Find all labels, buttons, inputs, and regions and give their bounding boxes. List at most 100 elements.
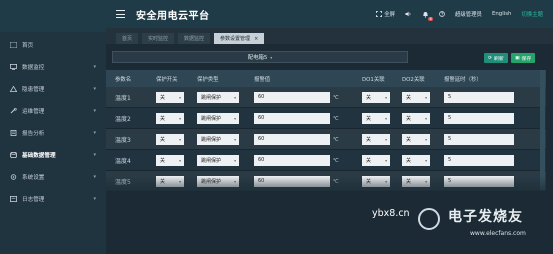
select-value: 跳闸保护 [201,157,222,164]
alarm-delay-input[interactable]: 5 [444,154,514,166]
chevron-down-icon: ▾ [270,54,273,60]
protect-switch-select[interactable]: 关▾ [156,154,184,166]
sidebar-item-base-data[interactable]: 基础数据管理 ▾ [0,144,106,166]
fullscreen-button[interactable]: 全屏 [376,10,395,18]
input-value: 5 [448,115,452,121]
do1-select[interactable]: 关▾ [362,133,390,145]
refresh-button[interactable]: ⟳ 刷新 [484,53,508,63]
sidebar-item-label: 隐患管理 [22,87,45,93]
do1-select[interactable]: 关▾ [362,91,390,103]
close-icon[interactable]: × [254,36,258,42]
device-select[interactable]: 配电箱5 ▾ [112,51,408,63]
chevron-down-icon: ▾ [179,157,181,163]
protect-switch-select[interactable]: 关▾ [156,133,184,145]
sidebar-item-data-monitor[interactable]: 数据监控 ▾ [0,56,106,78]
input-value: 5 [448,136,452,142]
chevron-down-icon: ▾ [93,174,96,180]
sidebar-item-label: 报告分析 [22,131,45,137]
tab-bar: 首页 实时监控 数据监控 参数设置管理 × [106,28,553,44]
chevron-down-icon: ▾ [179,136,181,142]
sidebar-item-system-settings[interactable]: 系统设置 ▾ [0,166,106,188]
tab-label: 数据监控 [184,36,205,42]
menu-toggle-icon[interactable] [116,10,125,18]
column-header: 参数名 [115,76,132,83]
tab-label: 首页 [122,36,133,42]
sidebar-item-report[interactable]: 报告分析 ▾ [0,122,106,144]
switch-theme-button[interactable]: 切换主题 [521,10,543,18]
chevron-down-icon: ▾ [93,130,96,136]
home-icon [10,42,17,48]
alarm-delay-input[interactable]: 5 [444,133,514,145]
unit-label: ℃ [333,115,339,122]
sidebar-item-label: 基础数据管理 [22,153,56,159]
chevron-down-icon: ▾ [93,152,96,158]
table-scrollbar[interactable] [540,70,545,190]
save-label: 保存 [521,56,532,62]
do2-select[interactable]: 关▾ [402,133,430,145]
select-value: 跳闸保护 [201,115,222,122]
save-button[interactable]: ▣ 保存 [511,53,536,63]
app-title: 安全用电云平台 [136,10,210,22]
watermark-logo-icon [418,208,440,230]
alarm-delay-input[interactable]: 5 [444,112,514,124]
tab-parameter-settings[interactable]: 参数设置管理 × [214,33,265,44]
input-value: 60 [258,157,265,163]
unit-label: ℃ [333,136,339,143]
column-header: 保护类型 [197,76,219,83]
do2-select[interactable]: 关▾ [402,112,430,124]
do2-select[interactable]: 关▾ [402,154,430,166]
chevron-down-icon: ▾ [425,157,427,163]
protect-type-select[interactable]: 跳闸保护 ▾ [197,112,239,124]
user-menu[interactable]: 超级管理员 [455,10,482,18]
column-header: DO2关联 [402,76,425,83]
param-name: 温度3 [115,136,131,144]
select-value: 关 [366,94,372,101]
do1-select[interactable]: 关▾ [362,154,390,166]
input-value: 60 [258,94,265,100]
help-button[interactable] [439,11,445,17]
sidebar-item-log[interactable]: 日志管理 ▾ [0,188,106,210]
sidebar-item-label: 数据监控 [22,65,45,71]
sidebar-header [0,0,106,32]
chevron-down-icon: ▾ [385,157,387,163]
column-header: DO1关联 [362,76,385,83]
chevron-down-icon: ▾ [93,64,96,70]
tab-data-monitor[interactable]: 数据监控 [178,33,211,44]
log-icon [10,196,17,202]
do1-select[interactable]: 关▾ [362,112,390,124]
protect-type-select[interactable]: 跳闸保护 ▾ [197,133,239,145]
select-value: 关 [160,94,166,101]
alarm-delay-input[interactable]: 5 [444,91,514,103]
do2-select[interactable]: 关▾ [402,91,430,103]
select-value: 关 [160,157,166,164]
protect-switch-select[interactable]: 关▾ [156,112,184,124]
refresh-icon: ⟳ [488,55,493,61]
protect-type-select[interactable]: 跳闸保护 ▾ [197,91,239,103]
volume-button[interactable] [405,11,412,17]
alarm-value-input[interactable]: 60 [254,112,330,124]
protect-type-select[interactable]: 跳闸保护 ▾ [197,154,239,166]
save-icon: ▣ [515,55,520,61]
protect-switch-select[interactable]: 关▾ [156,91,184,103]
alarm-value-input[interactable]: 60 [254,91,330,103]
select-value: 关 [406,94,412,101]
select-value: 跳闸保护 [201,136,222,143]
alarm-value-input[interactable]: 60 [254,133,330,145]
select-value: 关 [406,136,412,143]
sidebar-item-home[interactable]: 首页 [0,34,106,56]
chevron-down-icon: ▾ [385,136,387,142]
sidebar-item-maintenance[interactable]: 运维管理 ▾ [0,100,106,122]
alarm-value-input[interactable]: 60 [254,154,330,166]
chevron-down-icon: ▾ [425,136,427,142]
tab-realtime-monitor[interactable]: 实时监控 [142,33,175,44]
column-header: 保护开关 [156,76,178,83]
sidebar-item-hazard[interactable]: 隐患管理 ▾ [0,78,106,100]
fullscreen-icon [376,11,383,17]
unit-label: ℃ [333,94,339,101]
sidebar: 首页 数据监控 ▾ 隐患管理 ▾ 运维管理 ▾ 报告分析 ▾ 基础数据管理 ▾ [0,0,106,254]
notification-button[interactable]: 6 [422,11,434,21]
tab-home[interactable]: 首页 [116,33,139,44]
monitor-icon [10,64,17,70]
param-name: 温度1 [115,94,131,102]
language-switch[interactable]: English [492,11,511,17]
